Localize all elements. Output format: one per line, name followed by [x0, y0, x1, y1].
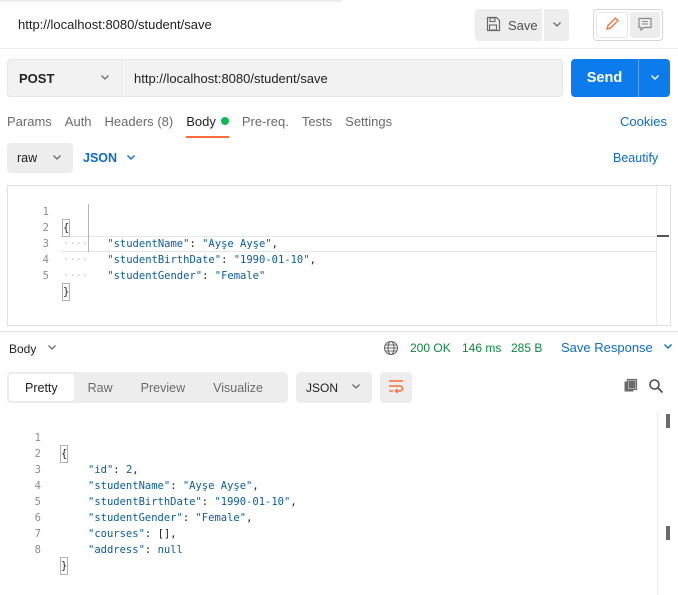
- response-time[interactable]: 146 ms: [462, 341, 501, 355]
- tab-tests[interactable]: Tests: [302, 114, 332, 138]
- tab-raw[interactable]: Raw: [74, 374, 127, 401]
- json-key: "studentGender": [107, 270, 203, 282]
- code-text: }: [61, 283, 71, 301]
- tab-pretty[interactable]: Pretty: [9, 374, 74, 401]
- body-indicator-dot: [220, 117, 229, 125]
- code-line: 2 "id": 2,: [0, 430, 678, 476]
- code-line: 1 {: [8, 188, 670, 237]
- tab-body[interactable]: Body: [186, 114, 229, 138]
- wrap-lines-icon: [387, 378, 405, 397]
- headers-count: (8): [157, 114, 174, 129]
- floppy-disk-icon: [485, 16, 501, 35]
- scroll-marker: [657, 235, 669, 237]
- indent-dots: ····: [63, 270, 89, 282]
- chevron-down-icon: [649, 71, 661, 86]
- request-title[interactable]: http://localhost:8080/student/save: [18, 17, 212, 32]
- code-line: 1 {: [0, 414, 678, 463]
- tab-preview[interactable]: Preview: [127, 374, 199, 401]
- response-body-label: Body: [9, 341, 37, 356]
- wrap-lines-button[interactable]: [380, 372, 412, 403]
- status-code[interactable]: 200 OK: [410, 341, 451, 355]
- response-scrollbar[interactable]: [657, 412, 671, 595]
- url-input[interactable]: http://localhost:8080/student/save: [123, 59, 563, 97]
- request-tabs: Params Auth Headers (8) Body Pre-req. Te…: [7, 114, 405, 138]
- save-button[interactable]: Save: [475, 9, 542, 41]
- code-line: 4 "studentBirthDate": "1990-01-10",: [0, 462, 678, 508]
- line-number: 5: [42, 270, 49, 282]
- editor-mode-toggle: [593, 9, 663, 41]
- tab-label: Body: [186, 114, 216, 129]
- beautify-link[interactable]: Beautify: [613, 151, 658, 165]
- line-number: 8: [34, 544, 41, 556]
- body-language-label: JSON: [83, 151, 118, 165]
- scroll-marker: [666, 526, 670, 540]
- tab-label: Headers: [104, 114, 154, 129]
- json-value: "Female": [214, 270, 266, 282]
- chevron-down-icon: [51, 151, 63, 166]
- copy-icon[interactable]: [623, 378, 639, 397]
- chevron-down-icon: [125, 151, 137, 166]
- send-options-button[interactable]: [639, 59, 670, 97]
- request-editor-scrollbar[interactable]: [656, 186, 670, 325]
- response-divider[interactable]: [0, 331, 678, 332]
- body-mode-label: raw: [17, 151, 38, 165]
- tab-params[interactable]: Params: [7, 114, 52, 138]
- code-line: 5 "studentGender": "Female",: [0, 478, 678, 524]
- response-language-label: JSON: [306, 380, 339, 395]
- json-key: "address": [88, 544, 145, 556]
- code-line: 3 "studentName": "Ayşe Ayşe",: [0, 446, 678, 492]
- save-response-label: Save Response: [561, 340, 653, 355]
- response-body-viewer[interactable]: 1 { 2 "id": 2, 3 "studentName": "Ayşe Ay…: [0, 410, 678, 595]
- body-mode-select[interactable]: raw: [7, 143, 73, 173]
- code-line: 3 ···· "studentBirthDate": "1990-01-10",: [8, 220, 670, 266]
- url-value: http://localhost:8080/student/save: [134, 70, 328, 86]
- code-line: 5 }: [8, 252, 670, 301]
- method-label: POST: [19, 70, 55, 86]
- search-icon[interactable]: [648, 378, 664, 397]
- comment-icon: [637, 16, 653, 35]
- chevron-down-icon: [46, 341, 58, 356]
- chevron-down-icon: [662, 340, 674, 355]
- method-select[interactable]: POST: [7, 59, 123, 97]
- tab-visualize[interactable]: Visualize: [199, 374, 277, 401]
- code-line: 4 ···· "studentGender": "Female": [8, 236, 670, 282]
- chevron-down-icon: [551, 18, 563, 33]
- save-label: Save: [508, 17, 538, 33]
- request-body-editor[interactable]: 1 { 2 ···· "studentName": "Ayşe Ayşe", 3…: [7, 185, 671, 326]
- send-group: Send: [571, 59, 670, 97]
- save-options-button[interactable]: [544, 9, 569, 41]
- comments-mode-button[interactable]: [630, 12, 660, 38]
- tab-settings[interactable]: Settings: [345, 114, 392, 138]
- tab-pre-request[interactable]: Pre-req.: [242, 114, 289, 138]
- chevron-down-icon: [350, 380, 362, 395]
- tab-label: Tests: [301, 114, 333, 129]
- tab-label: Params: [7, 114, 52, 129]
- pencil-icon: [604, 16, 620, 35]
- save-group: Save: [475, 9, 569, 41]
- response-size[interactable]: 285 B: [511, 341, 542, 355]
- tab-label: Pre-req.: [241, 114, 289, 129]
- code-line: 7 "address": null: [0, 510, 678, 556]
- code-text: }: [59, 557, 69, 575]
- chevron-down-icon: [99, 71, 111, 86]
- save-response-button[interactable]: Save Response: [561, 340, 674, 355]
- response-section-select[interactable]: Body: [9, 341, 58, 356]
- tab-auth[interactable]: Auth: [65, 114, 92, 138]
- tab-headers[interactable]: Headers (8): [105, 114, 174, 138]
- code-line: 2 ···· "studentName": "Ayşe Ayşe",: [8, 204, 670, 250]
- scroll-marker: [666, 414, 670, 428]
- tab-label: Auth: [64, 114, 92, 129]
- code-line: 6 "courses": [],: [0, 494, 678, 540]
- body-language-select[interactable]: JSON: [83, 143, 137, 173]
- response-language-select[interactable]: JSON: [296, 372, 372, 403]
- response-view-tabs: Pretty Raw Preview Visualize: [7, 372, 288, 403]
- cookies-link[interactable]: Cookies: [620, 114, 667, 129]
- send-button[interactable]: Send: [571, 59, 638, 97]
- json-value: null: [157, 544, 183, 556]
- edit-mode-button[interactable]: [596, 12, 628, 38]
- globe-icon[interactable]: [383, 340, 399, 359]
- code-line: 8 }: [0, 526, 678, 575]
- tab-label: Settings: [345, 114, 393, 129]
